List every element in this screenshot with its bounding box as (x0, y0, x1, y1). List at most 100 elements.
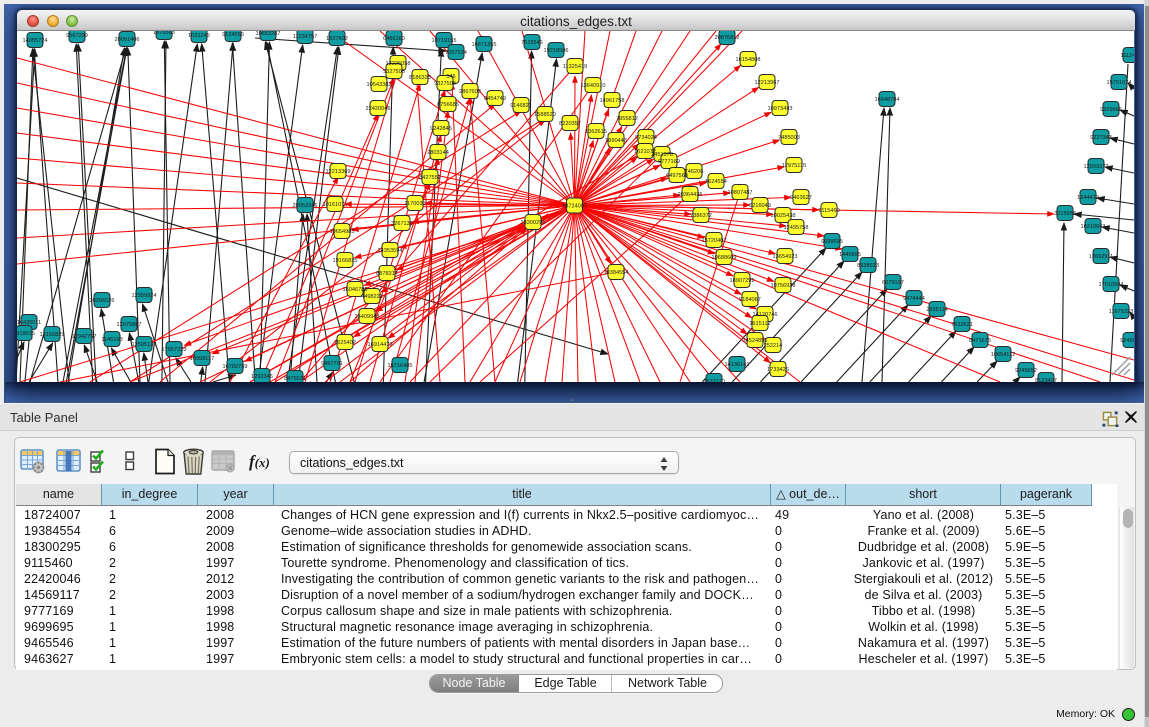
svg-text:11675323: 11675323 (1109, 309, 1133, 315)
svg-text:9457791: 9457791 (321, 361, 343, 367)
svg-text:19384554: 19384554 (604, 270, 629, 276)
svg-text:9777169: 9777169 (658, 159, 680, 165)
svg-text:17957223: 17957223 (162, 347, 187, 353)
svg-text:1588520: 1588520 (534, 112, 556, 118)
svg-text:14055724: 14055724 (23, 38, 48, 44)
svg-text:16914479: 16914479 (368, 342, 393, 348)
svg-text:1624554: 1624554 (705, 179, 727, 185)
svg-text:1292346: 1292346 (251, 374, 273, 380)
svg-text:1362615: 1362615 (585, 129, 607, 135)
svg-text:10543382: 10543382 (367, 82, 392, 88)
svg-text:8123407: 8123407 (1035, 378, 1057, 382)
svg-text:10719155: 10719155 (432, 38, 457, 44)
svg-text:10688609: 10688609 (712, 255, 737, 261)
svg-text:2451378: 2451378 (651, 152, 673, 158)
svg-text:18724007: 18724007 (562, 204, 587, 210)
svg-text:18300295: 18300295 (521, 220, 546, 226)
svg-text:16671355: 16671355 (472, 42, 497, 48)
svg-text:13226058: 13226058 (386, 61, 411, 67)
svg-text:14136141: 14136141 (725, 362, 750, 368)
svg-text:10653267: 10653267 (256, 31, 281, 37)
svg-text:1112453: 1112453 (1121, 53, 1134, 59)
svg-text:6679197: 6679197 (882, 280, 904, 286)
svg-text:15716485: 15716485 (388, 363, 413, 369)
svg-text:19756928: 19756928 (771, 283, 796, 289)
svg-text:1990443: 1990443 (605, 138, 627, 144)
svg-text:16210643: 16210643 (1081, 224, 1106, 230)
svg-text:3919015: 3919015 (17, 331, 35, 337)
svg-text:9327506: 9327506 (383, 69, 405, 75)
svg-text:9327508: 9327508 (434, 81, 456, 87)
svg-text:14120746: 14120746 (753, 312, 778, 318)
svg-text:10958117: 10958117 (190, 356, 214, 362)
svg-text:13692911: 13692911 (1089, 254, 1113, 260)
svg-text:15409948: 15409948 (355, 314, 380, 320)
svg-text:18907299: 18907299 (730, 278, 755, 284)
svg-text:7357224: 7357224 (445, 50, 467, 56)
svg-text:20206526: 20206526 (90, 298, 115, 304)
svg-text:9184067: 9184067 (739, 297, 761, 303)
svg-text:9115460: 9115460 (818, 208, 839, 214)
svg-text:12093372: 12093372 (1084, 164, 1109, 170)
svg-text:12942757: 12942757 (72, 334, 97, 340)
svg-text:12495758: 12495758 (784, 225, 809, 231)
svg-text:1244419: 1244419 (1077, 195, 1099, 201)
svg-text:9567299: 9567299 (66, 33, 88, 39)
svg-text:1440995: 1440995 (839, 252, 861, 258)
svg-text:9329966: 9329966 (1100, 107, 1122, 113)
svg-text:9734024: 9734024 (635, 135, 657, 141)
svg-text:9227343: 9227343 (1090, 135, 1112, 141)
svg-text:13640910: 13640910 (581, 83, 606, 89)
svg-text:9474444: 9474444 (903, 296, 925, 302)
svg-text:7485003: 7485003 (778, 135, 800, 141)
svg-text:8427552: 8427552 (419, 175, 441, 181)
svg-text:8938923: 8938923 (857, 263, 879, 269)
svg-text:7386372: 7386372 (690, 213, 712, 219)
svg-text:20091406: 20091406 (115, 37, 140, 43)
svg-text:3215958: 3215958 (1054, 211, 1076, 217)
svg-text:12505135: 12505135 (132, 342, 157, 348)
svg-text:1170035: 1170035 (404, 201, 425, 207)
svg-text:10025438: 10025438 (771, 213, 796, 219)
svg-text:2803144: 2803144 (427, 150, 449, 156)
svg-text:9146821: 9146821 (510, 103, 532, 109)
svg-text:17010504: 17010504 (1099, 282, 1124, 288)
svg-text:15751074: 15751074 (1107, 80, 1132, 86)
svg-text:3267130: 3267130 (391, 221, 413, 227)
svg-text:10807487: 10807487 (728, 190, 753, 196)
svg-text:10973493: 10973493 (768, 106, 793, 112)
svg-text:8756685: 8756685 (437, 102, 459, 108)
svg-text:9463627: 9463627 (790, 195, 812, 201)
svg-text:8471675: 8471675 (969, 338, 991, 344)
svg-text:22420046: 22420046 (366, 106, 391, 112)
svg-text:19166825: 19166825 (333, 258, 358, 264)
svg-text:1031245: 1031245 (188, 33, 210, 39)
svg-text:19218506: 19218506 (544, 48, 569, 54)
svg-text:11325419: 11325419 (563, 64, 587, 70)
svg-text:4498222: 4498222 (361, 294, 383, 300)
svg-text:1615112: 1615112 (749, 321, 770, 327)
svg-text:16046785: 16046785 (343, 287, 368, 293)
svg-text:6466160: 6466160 (383, 36, 405, 42)
svg-text:14353594: 14353594 (378, 248, 403, 254)
svg-text:1145193: 1145193 (101, 337, 122, 343)
svg-text:12213369: 12213369 (326, 169, 351, 175)
svg-text:12359924: 12359924 (132, 293, 157, 299)
svg-text:9245013: 9245013 (1120, 338, 1134, 344)
svg-text:546: 546 (446, 74, 455, 80)
svg-text:12213967: 12213967 (755, 80, 780, 86)
svg-text:2935114: 2935114 (926, 307, 947, 313)
svg-text:8878317: 8878317 (376, 271, 398, 277)
svg-text:16435011: 16435011 (17, 320, 41, 326)
svg-text:16648784: 16648784 (875, 97, 900, 103)
svg-text:20053346: 20053346 (293, 203, 318, 209)
svg-text:15720407: 15720407 (702, 238, 727, 244)
svg-text:14961758: 14961758 (600, 98, 625, 104)
svg-text:11234757: 11234757 (293, 34, 317, 40)
svg-text:19654985: 19654985 (330, 229, 355, 235)
svg-text:1876563: 1876563 (153, 31, 175, 36)
svg-text:12975115: 12975115 (782, 163, 806, 169)
svg-text:9242845: 9242845 (430, 126, 452, 132)
svg-text:1527602: 1527602 (326, 36, 348, 42)
svg-text:252214: 252214 (764, 343, 783, 349)
